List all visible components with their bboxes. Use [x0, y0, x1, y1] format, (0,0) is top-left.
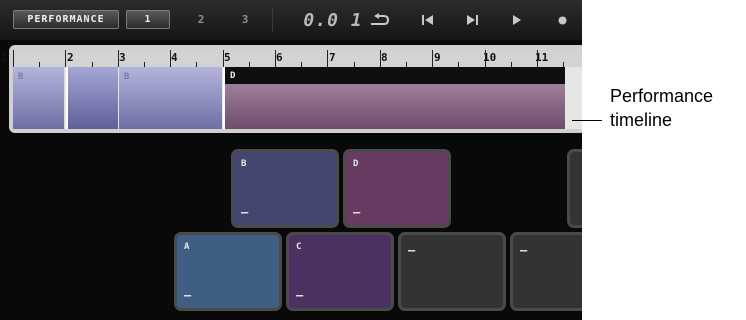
callout-line [572, 120, 602, 121]
position-counter: 0.0 1 [303, 9, 363, 31]
timeline-pattern[interactable] [66, 67, 118, 129]
pad-empty[interactable] [567, 149, 582, 228]
bar-number: 8 [381, 51, 388, 64]
ruler-tick [13, 50, 14, 67]
timeline-pattern[interactable]: B [13, 67, 65, 129]
pattern-label: B [124, 72, 130, 82]
pad-empty[interactable]: – [510, 232, 582, 311]
ruler-tick [222, 50, 224, 67]
ruler-tick [275, 50, 276, 67]
pattern-track[interactable]: B B D [13, 67, 582, 129]
page-2-button[interactable]: 2 [188, 10, 214, 29]
pad-name: B [241, 159, 247, 169]
pad-value: – [184, 288, 192, 302]
loop-icon[interactable] [368, 10, 392, 30]
pad-value: – [408, 243, 416, 257]
bar-ruler[interactable]: 1 2 3 4 5 6 7 8 9 10 11 [1, 50, 582, 67]
play-icon[interactable] [505, 10, 529, 30]
pad-a[interactable]: A – [174, 232, 282, 311]
pattern-header [225, 67, 565, 84]
bar-number: 2 [67, 51, 74, 64]
bar-number: 5 [224, 51, 231, 64]
pad-d[interactable]: D – [343, 149, 451, 228]
ruler-tick [117, 50, 119, 67]
page-3-button[interactable]: 3 [232, 10, 258, 29]
pad-value: – [296, 288, 304, 302]
ruler-tick [170, 50, 172, 67]
ruler-tick [65, 50, 67, 67]
ruler-tick [484, 50, 486, 67]
page-1-button[interactable]: 1 [126, 10, 170, 29]
toolbar-divider [272, 8, 273, 32]
performance-window: PERFORMANCE 1 2 3 0.0 1 1 2 3 4 5 6 7 8 … [0, 0, 582, 320]
record-icon[interactable] [550, 10, 574, 30]
pattern-label: B [18, 72, 24, 82]
pad-b[interactable]: B – [231, 149, 339, 228]
pad-c[interactable]: C – [286, 232, 394, 311]
skip-forward-icon[interactable] [460, 10, 484, 30]
bar-number: 3 [119, 51, 126, 64]
pad-name: D [353, 159, 359, 169]
ruler-tick [537, 50, 538, 67]
ruler-tick [379, 50, 381, 67]
bar-number: 4 [171, 51, 178, 64]
pad-empty[interactable]: – [398, 232, 506, 311]
bar-number: 7 [329, 51, 336, 64]
ruler-tick [327, 50, 329, 67]
pattern-label: D [230, 71, 236, 81]
bar-number: 9 [434, 51, 441, 64]
bar-number: 6 [276, 51, 283, 64]
timeline-pattern[interactable]: B [119, 67, 222, 129]
pad-value: – [353, 205, 361, 219]
skip-back-icon[interactable] [416, 10, 440, 30]
ruler-tick [432, 50, 434, 67]
callout-line-1: Performance [610, 86, 714, 106]
performance-mode-button[interactable]: PERFORMANCE [13, 10, 119, 29]
callout-label: Performance timeline [610, 84, 746, 132]
pad-name: C [296, 242, 302, 252]
bar-number: 1 [1, 51, 8, 64]
timeline-pattern-selected[interactable]: D [223, 67, 565, 129]
callout-line-2: timeline [610, 110, 673, 130]
pad-value: – [241, 205, 249, 219]
pad-value: – [520, 243, 528, 257]
toolbar: PERFORMANCE 1 2 3 0.0 1 [0, 0, 582, 40]
pad-name: A [184, 242, 190, 252]
